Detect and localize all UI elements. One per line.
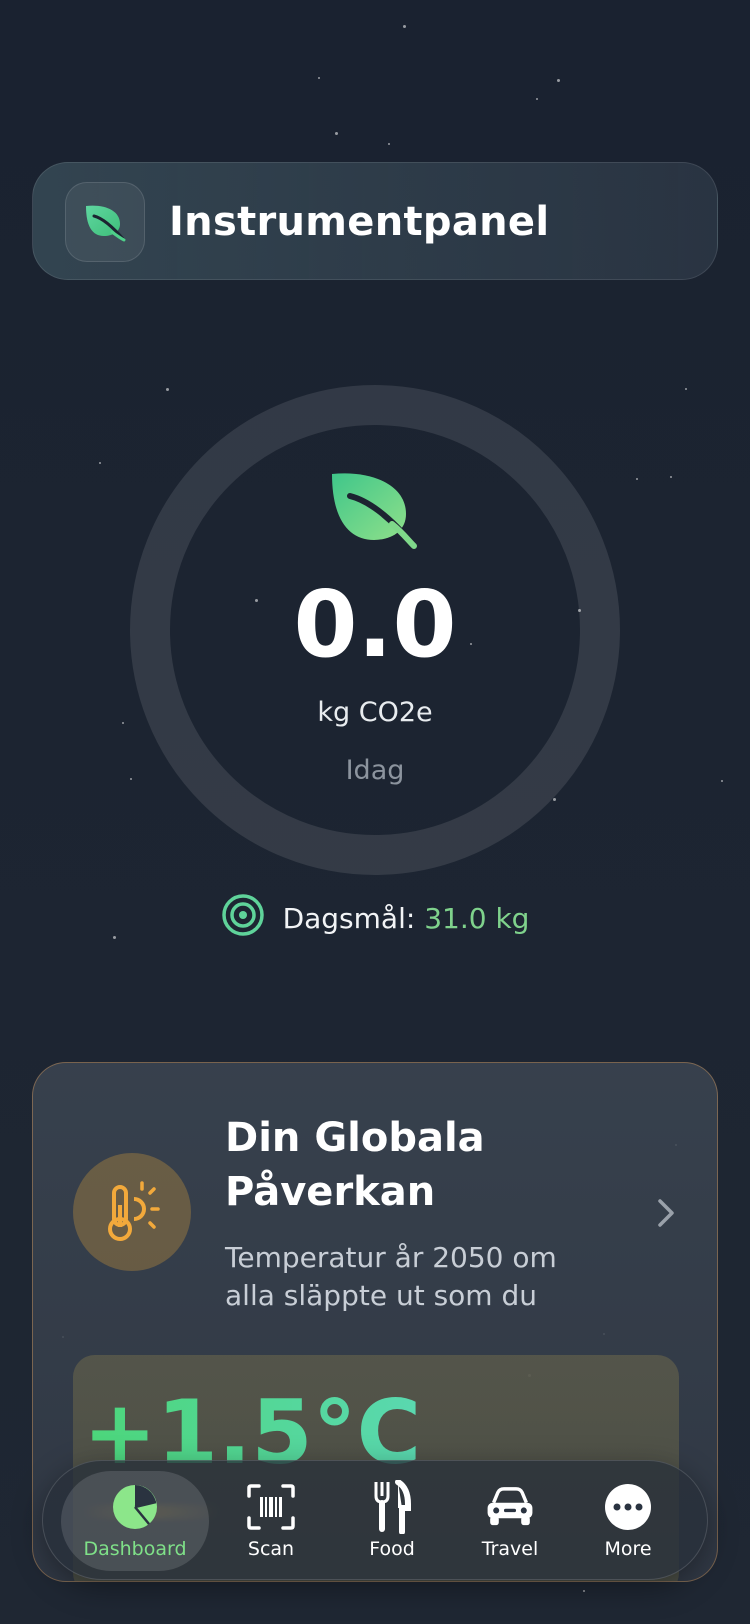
daily-goal: Dagsmål: 31.0 kg (0, 893, 750, 944)
tab-food[interactable]: Food (333, 1471, 451, 1571)
tab-dashboard[interactable]: Dashboard (61, 1471, 209, 1571)
page-title: Instrumentpanel (169, 199, 550, 245)
impact-card-subtitle: Temperatur år 2050 om alla släppte ut so… (225, 1241, 557, 1312)
target-icon (221, 893, 265, 944)
car-icon (485, 1482, 535, 1532)
page-header: Instrumentpanel (32, 162, 718, 280)
tab-scan[interactable]: Scan (212, 1471, 330, 1571)
tab-label: Food (369, 1538, 415, 1560)
tab-label: Travel (481, 1538, 539, 1560)
tab-label: Dashboard (83, 1538, 187, 1560)
fork-knife-icon (367, 1480, 417, 1534)
leaf-icon (65, 182, 145, 262)
emission-unit: kg CO2e (317, 697, 433, 728)
impact-card-title: Din Globala Påverkan (225, 1115, 485, 1215)
tab-more[interactable]: More (569, 1471, 687, 1571)
tab-label: Scan (247, 1538, 295, 1560)
tab-label: More (604, 1538, 652, 1560)
daily-goal-value: 31.0 kg (424, 902, 530, 935)
leaf-icon (330, 470, 420, 550)
thermometer-sun-icon (73, 1153, 191, 1271)
chevron-right-icon[interactable] (651, 1193, 681, 1233)
ellipsis-icon (603, 1482, 653, 1532)
emission-period: Idag (345, 755, 405, 786)
tab-travel[interactable]: Travel (451, 1471, 569, 1571)
daily-goal-label: Dagsmål: (282, 902, 416, 935)
bottom-tab-bar: Dashboard Scan Food Travel More (42, 1460, 708, 1580)
barcode-scan-icon (246, 1482, 296, 1532)
emission-value: 0.0 (293, 571, 457, 678)
pie-chart-icon (110, 1482, 160, 1532)
